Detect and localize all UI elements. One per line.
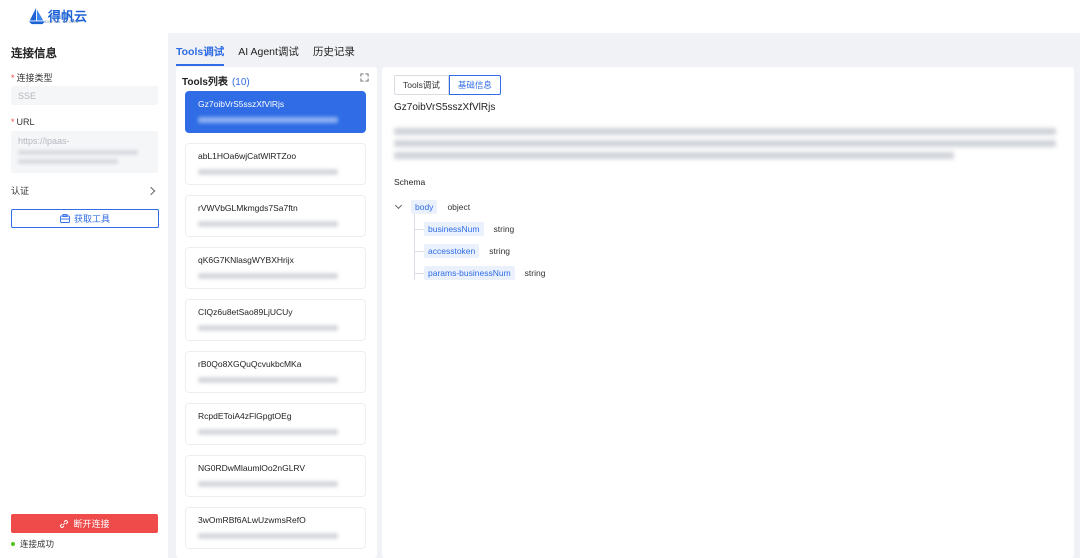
tool-title: Gz7oibVrS5sszXfVlRjs [394,102,496,113]
redacted-text [198,273,338,279]
disconnect-button[interactable]: 断开连接 [11,514,158,533]
tool-name: 3wOmRBf6ALwUzwmsRefO [198,515,306,525]
tab-history[interactable]: 历史记录 [313,44,355,66]
tool-card[interactable]: qK6G7KNlasgWYBXHrijx [185,247,366,289]
connection-status-text: 连接成功 [20,539,55,549]
caret-down-icon[interactable] [394,201,403,210]
tool-name: NG0RDwMlaumlOo2nGLRV [198,463,306,473]
tree-connector [414,214,415,280]
connection-type-label: * 连接类型 [11,73,53,83]
redacted-text [198,481,338,487]
tree-connector [414,273,424,274]
auth-label: 认证 [11,186,30,196]
redacted-text [198,117,338,123]
schema-type: object [447,202,471,212]
schema-key: accesstoken [424,244,480,258]
tool-detail-panel: Tools调试 基础信息 Gz7oibVrS5sszXfVlRjs Schema… [382,67,1074,558]
redacted-text [198,533,338,539]
tool-name: Gz7oibVrS5sszXfVlRjs [198,99,285,109]
tab-tools-debug[interactable]: Tools调试 [176,44,225,66]
schema-child-node[interactable]: accesstoken string [424,244,510,258]
tool-name: RcpdEToiA4zFlGpgtOEg [198,411,292,421]
redacted-text [198,169,338,175]
chevron-right-icon [146,186,156,195]
tools-count: (10) [231,77,250,88]
schema-child-node[interactable]: businessNum string [424,222,514,236]
tool-card[interactable]: rB0Qo8XGQuQcvukbcMKa [185,351,366,393]
url-value: https://ipaas- [18,136,70,146]
schema-root-node[interactable]: body object [394,200,471,214]
tool-name: rVWVbGLMkmgds7Sa7ftn [198,203,298,213]
tools-list-panel: Tools列表 (10) Gz7oibVrS5sszXfVlRjs abL1HOa… [176,67,377,558]
tree-connector [414,251,424,252]
fetch-tools-label: 获取工具 [73,214,110,224]
redacted-text [198,221,338,227]
schema-key: params-businessNum [424,266,515,280]
schema-type: string [493,224,515,234]
redacted-text [18,159,118,164]
tool-card[interactable]: CIQz6u8etSao89LjUCUy [185,299,366,341]
tool-card[interactable]: NG0RDwMlaumlOo2nGLRV [185,455,366,497]
tool-card[interactable]: RcpdEToiA4zFlGpgtOEg [185,403,366,445]
schema-child-node[interactable]: params-businessNum string [424,266,545,280]
connection-type-value: SSE [18,91,37,101]
redacted-text [198,377,338,383]
tree-connector [414,229,424,230]
redacted-text [18,150,138,155]
status-dot-icon [11,542,15,546]
logo-subtitle: DEFAN CLOUD [45,19,79,24]
redacted-text [394,152,954,159]
tool-name: rB0Qo8XGQuQcvukbcMKa [198,359,302,369]
tool-card[interactable]: Gz7oibVrS5sszXfVlRjs [185,91,366,133]
tools-list-title: Tools列表 [182,77,228,88]
sail-logo-icon [28,7,46,24]
schema-key: body [411,200,438,214]
schema-key: businessNum [424,222,484,236]
detail-subtabs: Tools调试 基础信息 [394,75,501,95]
tool-card[interactable]: abL1HOa6wjCatWlRTZoo [185,143,366,185]
tool-description [394,123,1059,159]
subtab-tools-debug[interactable]: Tools调试 [394,75,449,95]
required-mark: * [11,117,15,127]
tool-name: CIQz6u8etSao89LjUCUy [198,307,293,317]
tool-card[interactable]: 3wOmRBf6ALwUzwmsRefO [185,507,366,549]
required-mark: * [11,73,15,83]
unlink-icon [60,519,69,528]
connection-status: 连接成功 [11,538,54,550]
toolbox-icon [60,214,70,223]
auth-row[interactable]: 认证 [11,184,158,197]
fullscreen-icon[interactable] [360,73,369,82]
connection-type-select[interactable]: SSE [11,86,158,105]
url-field[interactable]: https://ipaas- [11,131,158,173]
top-bar: 得帆云 DEFAN CLOUD [0,0,1080,33]
tools-list-header: Tools列表 (10) [182,73,250,88]
schema-type: string [489,246,511,256]
schema-type: string [524,268,546,278]
connection-panel-title: 连接信息 [11,48,57,60]
tool-name: abL1HOa6wjCatWlRTZoo [198,151,297,161]
disconnect-label: 断开连接 [73,519,110,529]
schema-label: Schema [394,177,426,187]
tab-ai-agent-debug[interactable]: AI Agent调试 [238,44,299,66]
subtab-basic-info[interactable]: 基础信息 [448,75,501,95]
redacted-text [394,140,1056,147]
connection-panel: 连接信息 * 连接类型 SSE * URL https://ipaas- 认证 获取… [0,33,168,558]
redacted-text [198,325,338,331]
fetch-tools-button[interactable]: 获取工具 [11,209,159,228]
main-tabs: Tools调试 AI Agent调试 历史记录 [176,44,355,66]
redacted-text [394,128,1056,135]
tool-name: qK6G7KNlasgWYBXHrijx [198,255,294,265]
url-label: * URL [11,117,35,127]
tool-card[interactable]: rVWVbGLMkmgds7Sa7ftn [185,195,366,237]
redacted-text [198,429,338,435]
